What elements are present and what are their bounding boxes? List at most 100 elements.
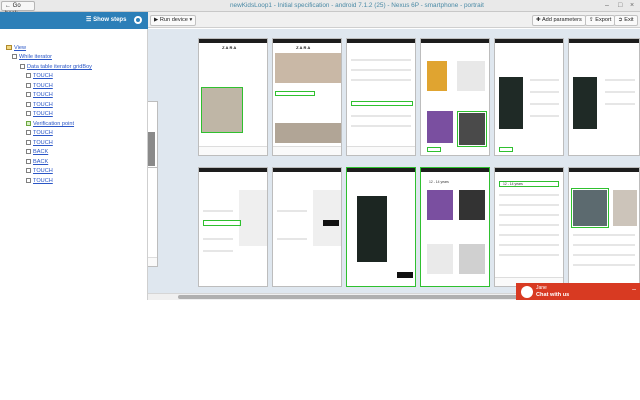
- status-bar: [495, 39, 563, 43]
- size-row: [573, 254, 635, 256]
- touch-icon: [26, 102, 31, 108]
- product-image: [427, 61, 447, 91]
- size-row: [530, 115, 559, 117]
- close-icon[interactable]: ×: [630, 2, 634, 9]
- loop-icon: [12, 54, 17, 60]
- step-item[interactable]: TOUCH: [26, 111, 53, 117]
- product-image: [459, 244, 485, 274]
- size-row: [605, 103, 635, 105]
- device-screen[interactable]: [420, 38, 490, 156]
- device-screen[interactable]: [568, 38, 640, 156]
- touch-highlight: [275, 91, 315, 96]
- size-row: [573, 244, 635, 246]
- gear-icon[interactable]: [134, 16, 142, 24]
- device-screen[interactable]: [198, 167, 268, 287]
- step-item[interactable]: TOUCH: [26, 92, 53, 98]
- exit-button[interactable]: ➲ Exit: [614, 15, 638, 26]
- status-bar: [347, 39, 415, 43]
- step-item[interactable]: TOUCH: [26, 83, 53, 89]
- step-item[interactable]: BACK: [26, 149, 48, 155]
- size-row: [203, 210, 233, 212]
- touch-highlight: [203, 220, 241, 226]
- add-icon: ✚: [536, 17, 541, 23]
- menu-row: [499, 194, 559, 196]
- menu-row: [499, 254, 559, 256]
- chat-minimize-icon[interactable]: –: [632, 286, 636, 293]
- device-screen[interactable]: [272, 167, 342, 287]
- status-bar: [569, 168, 639, 172]
- device-screen[interactable]: [568, 167, 640, 287]
- step-item[interactable]: BACK: [26, 159, 48, 165]
- status-bar: [347, 168, 415, 172]
- touch-icon: [26, 140, 31, 146]
- product-image: [459, 113, 485, 145]
- size-row: [203, 238, 233, 240]
- product-image: [357, 196, 387, 262]
- bottom-nav: [199, 146, 267, 155]
- product-image: [427, 111, 453, 143]
- device-screen[interactable]: [494, 38, 564, 156]
- touch-icon: [26, 83, 31, 89]
- back-icon: [26, 159, 31, 165]
- title-bar: ← Go back newKidsLoop1 - Initial specifi…: [0, 0, 640, 17]
- step-item[interactable]: Data table iterator gridBoy: [20, 64, 92, 70]
- device-screen[interactable]: [148, 167, 158, 267]
- device-screen[interactable]: 12 - 14 years: [494, 167, 564, 287]
- step-item[interactable]: Verification point: [26, 121, 74, 127]
- window-title: newKidsLoop1 - Initial specification - a…: [230, 2, 484, 9]
- product-image: [613, 190, 637, 226]
- size-row: [573, 234, 635, 236]
- product-image: [275, 123, 341, 143]
- menu-row: [499, 234, 559, 236]
- show-steps-button[interactable]: ☰ Show steps: [86, 16, 126, 23]
- step-item[interactable]: TOUCH: [26, 102, 53, 108]
- steps-tree: View While iterator Data table iterator …: [0, 29, 148, 300]
- maximize-icon[interactable]: □: [618, 2, 622, 9]
- device-screen[interactable]: 12 - 14 years: [420, 167, 490, 287]
- steps-icon: ☰: [86, 17, 92, 23]
- export-icon: ⇪: [589, 17, 594, 23]
- device-screen[interactable]: [346, 167, 416, 287]
- step-item[interactable]: TOUCH: [26, 140, 53, 146]
- play-icon: ▶: [154, 17, 159, 23]
- product-image: [457, 61, 485, 91]
- minimize-icon[interactable]: –: [605, 2, 609, 9]
- product-image: [499, 77, 523, 129]
- touch-icon: [26, 178, 31, 184]
- device-screen[interactable]: [346, 38, 416, 156]
- go-back-button[interactable]: ← Go back: [1, 1, 35, 17]
- device-screen[interactable]: ZARA: [198, 38, 268, 156]
- touch-highlight: [427, 147, 441, 152]
- step-item[interactable]: While iterator: [12, 54, 52, 60]
- step-item[interactable]: TOUCH: [26, 168, 53, 174]
- product-image: [427, 190, 453, 220]
- add-parameters-button[interactable]: ✚ Add parameters: [532, 15, 586, 26]
- product-image: [148, 132, 155, 166]
- touch-highlight: [499, 181, 559, 187]
- step-item[interactable]: TOUCH: [26, 178, 53, 184]
- step-item[interactable]: View: [6, 45, 26, 51]
- step-item[interactable]: TOUCH: [26, 73, 53, 79]
- table-icon: [20, 64, 25, 70]
- status-bar: [273, 39, 341, 43]
- add-button: [323, 220, 339, 226]
- size-row: [277, 210, 307, 212]
- empty-area: [0, 300, 640, 400]
- menu-row: [351, 115, 411, 117]
- step-item[interactable]: TOUCH: [26, 130, 53, 136]
- brand-logo: ZARA: [296, 45, 312, 50]
- touch-icon: [26, 92, 31, 98]
- run-device-button[interactable]: ▶ Run device ▾: [150, 15, 197, 26]
- export-button[interactable]: ⇪ Export: [585, 15, 616, 26]
- chat-widget[interactable]: Jane Chat with us –: [516, 283, 640, 301]
- product-image: [239, 190, 267, 246]
- device-screen[interactable]: ZARA: [272, 38, 342, 156]
- size-row: [605, 91, 635, 93]
- product-image: [313, 190, 341, 246]
- product-image: [459, 190, 485, 220]
- chevron-down-icon: ▾: [189, 17, 193, 23]
- product-image: [427, 244, 453, 274]
- screens-canvas[interactable]: ZARA ZARA 12 - 14 years 12 - 14 years: [148, 29, 640, 293]
- size-row: [530, 79, 559, 81]
- product-image: [573, 77, 597, 129]
